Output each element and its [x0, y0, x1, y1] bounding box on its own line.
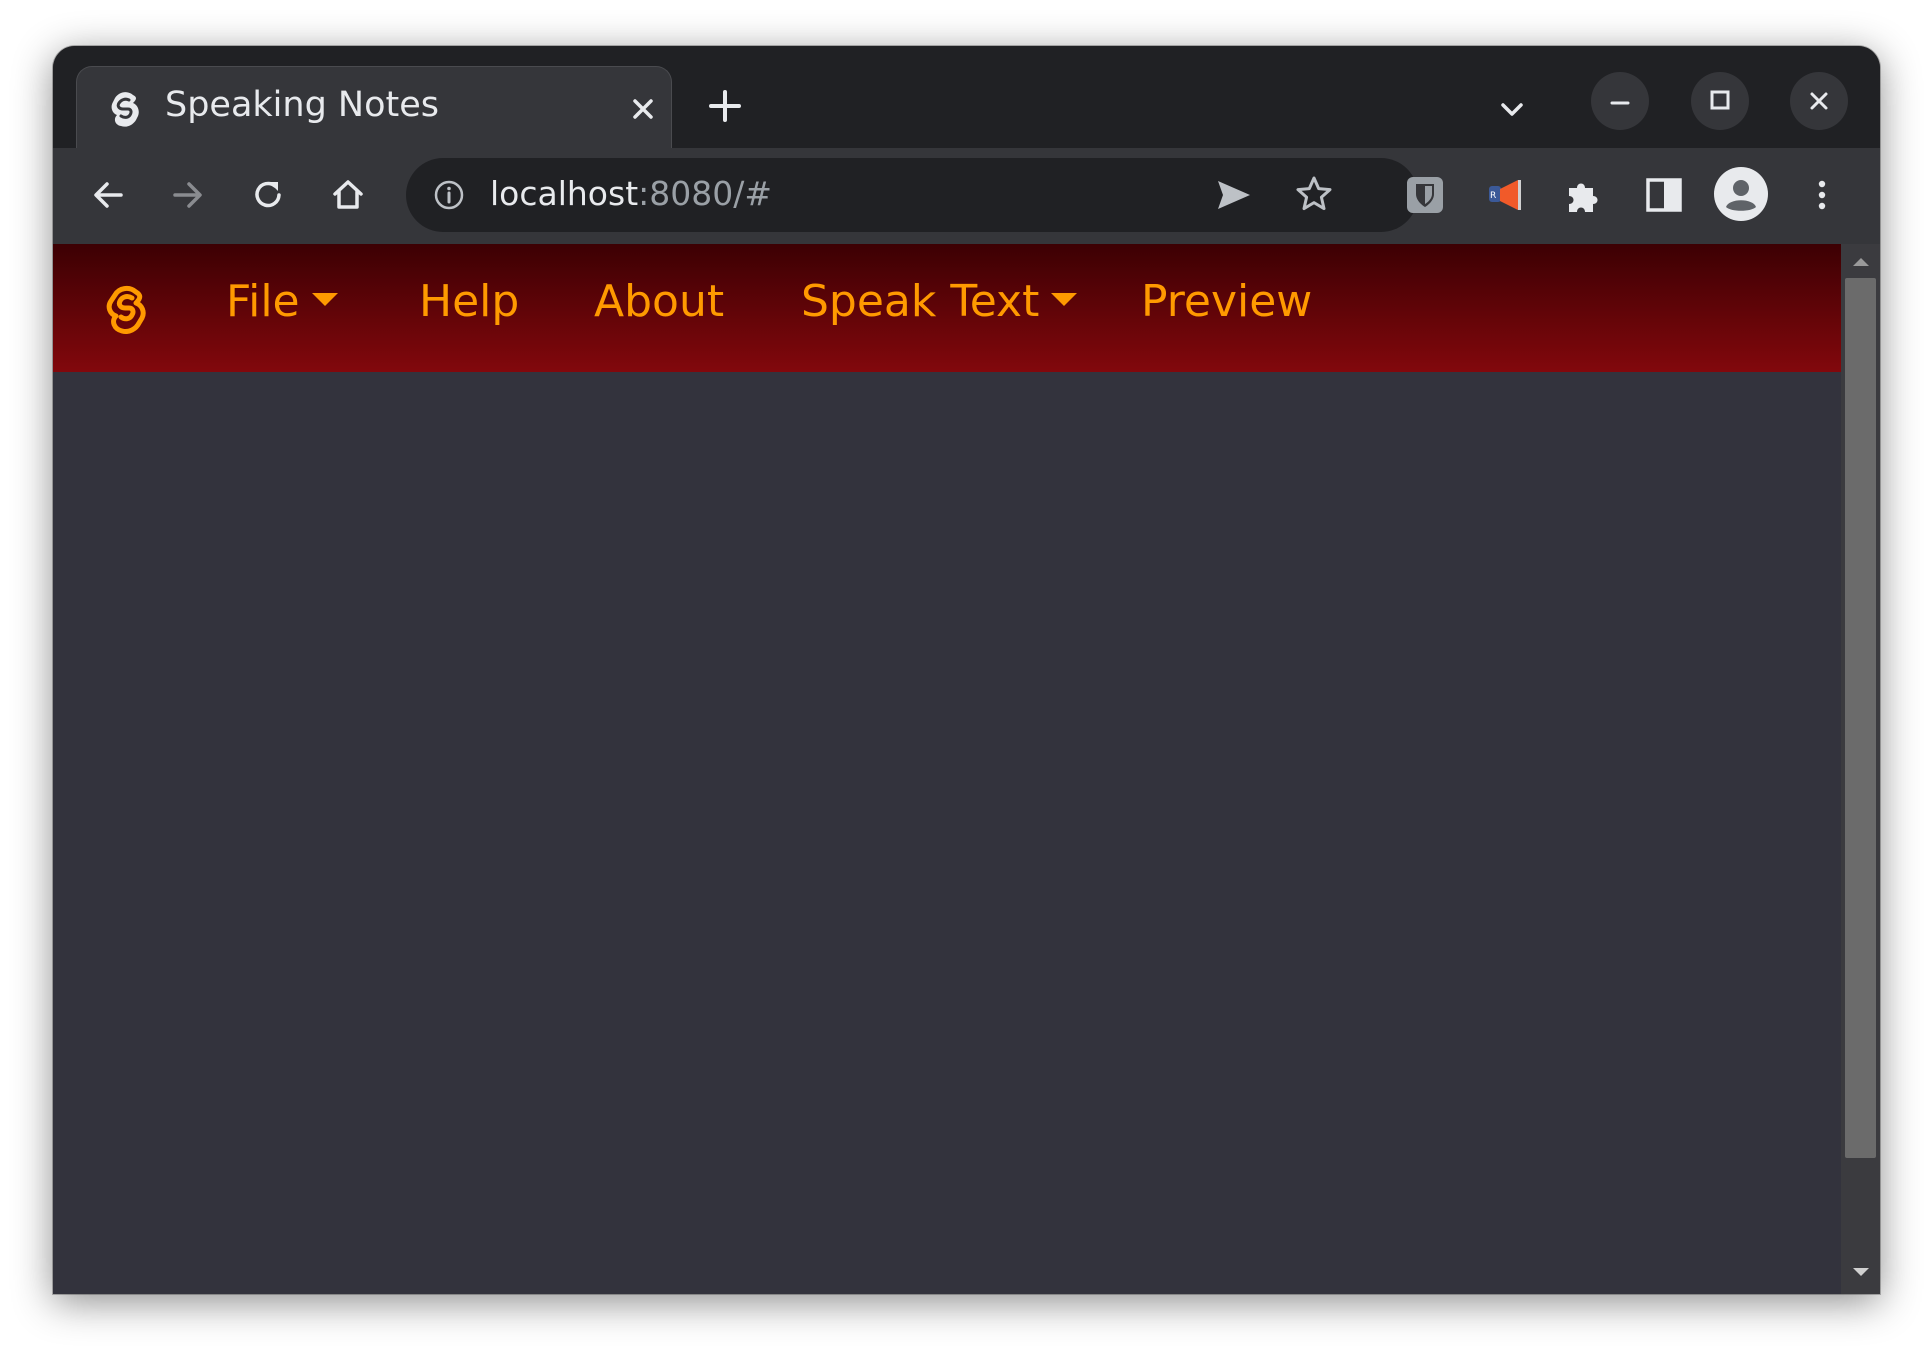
menu-speak-text-label: Speak Text — [801, 276, 1040, 327]
caret-down-icon — [1051, 293, 1078, 306]
url-host: localhost — [490, 174, 639, 213]
menu-file[interactable]: File — [226, 276, 338, 327]
reload-icon[interactable] — [245, 172, 291, 218]
caret-down-icon — [311, 293, 338, 306]
close-window-button[interactable] — [1790, 72, 1848, 130]
url-text[interactable]: localhost:8080/# — [490, 174, 772, 213]
menu-file-label: File — [226, 276, 300, 327]
profile-avatar-icon[interactable] — [1713, 166, 1769, 222]
scroll-thumb[interactable] — [1845, 278, 1876, 1158]
browser-tab[interactable]: Speaking Notes — [76, 66, 672, 148]
app-navbar: File Help About Speak Text Preview — [53, 244, 1841, 372]
minimize-button[interactable] — [1591, 72, 1649, 130]
close-icon — [1810, 92, 1828, 110]
close-tab-icon[interactable] — [625, 91, 661, 127]
megaphone-extension-icon[interactable]: R — [1482, 172, 1528, 218]
menu-speak-text[interactable]: Speak Text — [801, 276, 1078, 327]
info-icon[interactable] — [432, 178, 466, 212]
bookmark-star-icon[interactable] — [1294, 174, 1334, 214]
menu-help[interactable]: Help — [419, 276, 519, 327]
kebab-menu-icon[interactable] — [1799, 172, 1845, 218]
tab-title: Speaking Notes — [165, 85, 440, 125]
maximize-icon — [1710, 90, 1730, 110]
scroll-down-arrow-icon[interactable] — [1853, 1268, 1869, 1276]
back-arrow-icon[interactable] — [85, 172, 131, 218]
new-tab-icon[interactable] — [705, 86, 745, 126]
page-viewport: File Help About Speak Text Preview — [53, 244, 1841, 1294]
svg-text:R: R — [1490, 191, 1496, 201]
extensions-puzzle-icon[interactable] — [1561, 172, 1607, 218]
side-panel-icon[interactable] — [1641, 172, 1687, 218]
svelte-logo-icon[interactable] — [101, 282, 151, 338]
url-rest: :8080/# — [638, 174, 773, 213]
send-icon[interactable] — [1214, 175, 1254, 215]
home-icon[interactable] — [325, 172, 371, 218]
forward-arrow-icon[interactable] — [165, 172, 211, 218]
chevron-down-icon[interactable] — [1495, 92, 1529, 126]
browser-toolbar: localhost:8080/# R — [53, 148, 1880, 244]
menu-about[interactable]: About — [594, 276, 724, 327]
minimize-icon — [1610, 101, 1630, 105]
vertical-scrollbar[interactable] — [1841, 244, 1880, 1294]
shield-extension-icon[interactable] — [1402, 172, 1448, 218]
svelte-logo-icon — [111, 92, 139, 127]
tab-strip: Speaking Notes — [53, 46, 1880, 148]
browser-window: Speaking Notes localhost:8080/# R File H… — [53, 46, 1880, 1294]
menu-preview[interactable]: Preview — [1141, 276, 1312, 327]
scroll-up-arrow-icon[interactable] — [1853, 258, 1869, 266]
maximize-button[interactable] — [1691, 72, 1749, 130]
address-bar[interactable]: localhost:8080/# — [406, 158, 1418, 232]
